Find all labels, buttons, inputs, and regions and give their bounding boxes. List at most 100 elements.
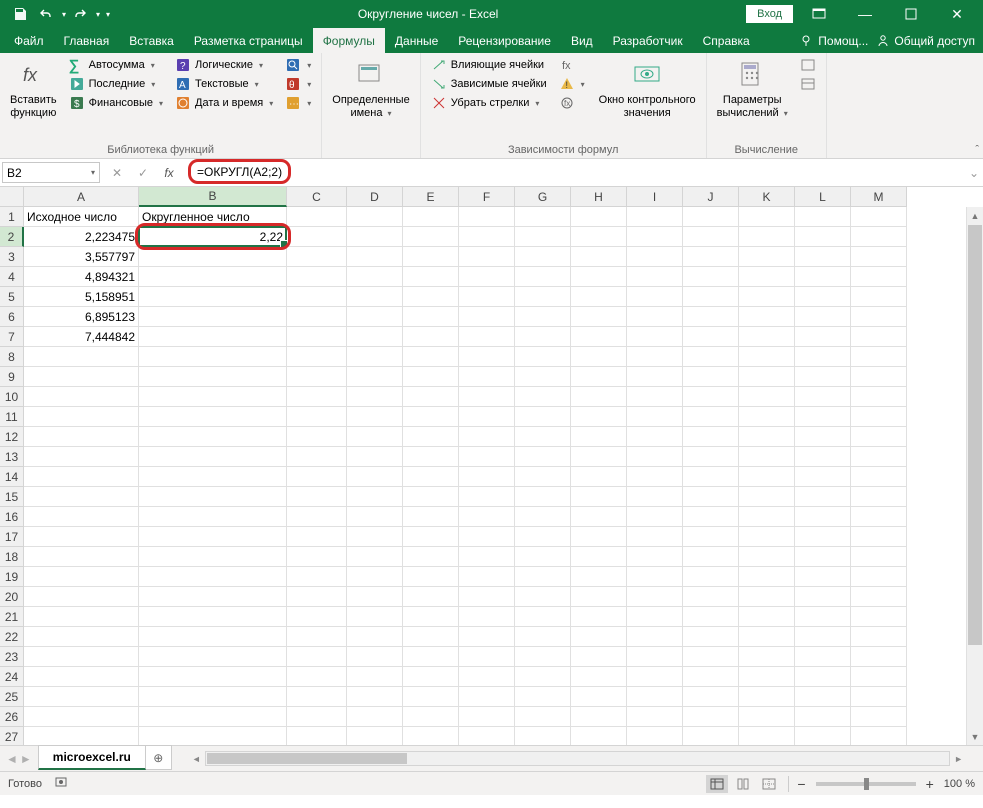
zoom-slider[interactable] (816, 782, 916, 786)
cell[interactable] (459, 727, 515, 745)
row-header[interactable]: 17 (0, 527, 24, 547)
cell[interactable] (403, 487, 459, 507)
cell[interactable] (739, 307, 795, 327)
horizontal-scrollbar[interactable]: ◄ ► (172, 746, 983, 771)
cell[interactable] (795, 207, 851, 227)
cell[interactable] (851, 347, 907, 367)
cell[interactable] (795, 607, 851, 627)
cell[interactable] (24, 407, 139, 427)
cell[interactable] (627, 627, 683, 647)
recent-button[interactable]: Последние▾ (65, 75, 167, 93)
cell[interactable] (515, 387, 571, 407)
cell[interactable] (347, 287, 403, 307)
cell[interactable] (739, 227, 795, 247)
cell[interactable] (24, 387, 139, 407)
cell[interactable] (287, 447, 347, 467)
tab-pagelayout[interactable]: Разметка страницы (184, 28, 313, 53)
cell[interactable] (683, 367, 739, 387)
cell[interactable] (851, 667, 907, 687)
cell[interactable] (287, 467, 347, 487)
vertical-scroll-thumb[interactable] (968, 225, 982, 645)
cell[interactable]: 7,444842 (24, 327, 139, 347)
zoom-out-button[interactable]: − (797, 776, 805, 792)
cell[interactable] (627, 687, 683, 707)
trace-dependents-button[interactable]: Зависимые ячейки (427, 75, 551, 93)
cell[interactable] (795, 387, 851, 407)
row-header[interactable]: 15 (0, 487, 24, 507)
cancel-icon[interactable]: ✕ (106, 163, 128, 183)
cell[interactable] (403, 527, 459, 547)
cell[interactable] (515, 627, 571, 647)
logical-button[interactable]: ?Логические▾ (171, 56, 277, 74)
lookup-button[interactable]: ▾ (281, 56, 315, 74)
vertical-scrollbar[interactable]: ▲ ▼ (966, 207, 983, 745)
row-header[interactable]: 8 (0, 347, 24, 367)
cell[interactable] (139, 327, 287, 347)
share-button[interactable]: Общий доступ (876, 34, 975, 48)
cell[interactable] (459, 207, 515, 227)
cell[interactable] (459, 687, 515, 707)
cell[interactable] (459, 627, 515, 647)
cell[interactable] (403, 727, 459, 745)
tell-me[interactable]: Помощ... (800, 34, 868, 48)
datetime-button[interactable]: Дата и время▾ (171, 94, 277, 112)
cell[interactable] (683, 247, 739, 267)
cell[interactable] (403, 227, 459, 247)
row-header[interactable]: 10 (0, 387, 24, 407)
cell[interactable] (571, 307, 627, 327)
cell[interactable] (739, 207, 795, 227)
row-header[interactable]: 22 (0, 627, 24, 647)
cell[interactable] (795, 487, 851, 507)
cell[interactable] (739, 347, 795, 367)
cell[interactable] (795, 627, 851, 647)
cell[interactable] (627, 647, 683, 667)
cell[interactable] (24, 467, 139, 487)
cell[interactable] (683, 587, 739, 607)
text-button[interactable]: AТекстовые▾ (171, 75, 277, 93)
cell[interactable] (139, 547, 287, 567)
cell[interactable] (24, 487, 139, 507)
cell[interactable] (795, 667, 851, 687)
cell[interactable] (139, 727, 287, 745)
cell[interactable] (571, 647, 627, 667)
cell[interactable] (403, 287, 459, 307)
cell[interactable] (347, 227, 403, 247)
zoom-in-button[interactable]: + (926, 776, 934, 792)
cell[interactable] (24, 727, 139, 745)
zoom-level[interactable]: 100 % (944, 778, 975, 790)
cell[interactable] (571, 667, 627, 687)
column-header[interactable]: M (851, 187, 907, 207)
cell[interactable] (24, 707, 139, 727)
cell[interactable] (515, 207, 571, 227)
cell[interactable] (347, 387, 403, 407)
calculation-options-button[interactable]: Параметрывычислений ▾ (713, 56, 792, 143)
cell[interactable] (139, 587, 287, 607)
cell[interactable] (571, 287, 627, 307)
cell[interactable] (403, 387, 459, 407)
cell[interactable] (571, 507, 627, 527)
cell[interactable] (851, 507, 907, 527)
cell[interactable] (347, 247, 403, 267)
cell[interactable] (347, 627, 403, 647)
cell[interactable] (627, 227, 683, 247)
tab-insert[interactable]: Вставка (119, 28, 184, 53)
cell[interactable] (403, 607, 459, 627)
row-header[interactable]: 6 (0, 307, 24, 327)
cell[interactable] (403, 447, 459, 467)
cell[interactable] (795, 647, 851, 667)
cell[interactable] (459, 467, 515, 487)
cell[interactable] (515, 427, 571, 447)
cell[interactable] (347, 527, 403, 547)
cell[interactable] (24, 367, 139, 387)
cell[interactable]: 6,895123 (24, 307, 139, 327)
column-header[interactable]: C (287, 187, 347, 207)
cell[interactable] (347, 687, 403, 707)
column-header[interactable]: I (627, 187, 683, 207)
cell[interactable] (459, 607, 515, 627)
cell[interactable] (795, 407, 851, 427)
cell[interactable] (851, 487, 907, 507)
login-button[interactable]: Вход (746, 5, 793, 23)
cell[interactable] (627, 247, 683, 267)
cell[interactable] (851, 647, 907, 667)
cell[interactable] (347, 467, 403, 487)
